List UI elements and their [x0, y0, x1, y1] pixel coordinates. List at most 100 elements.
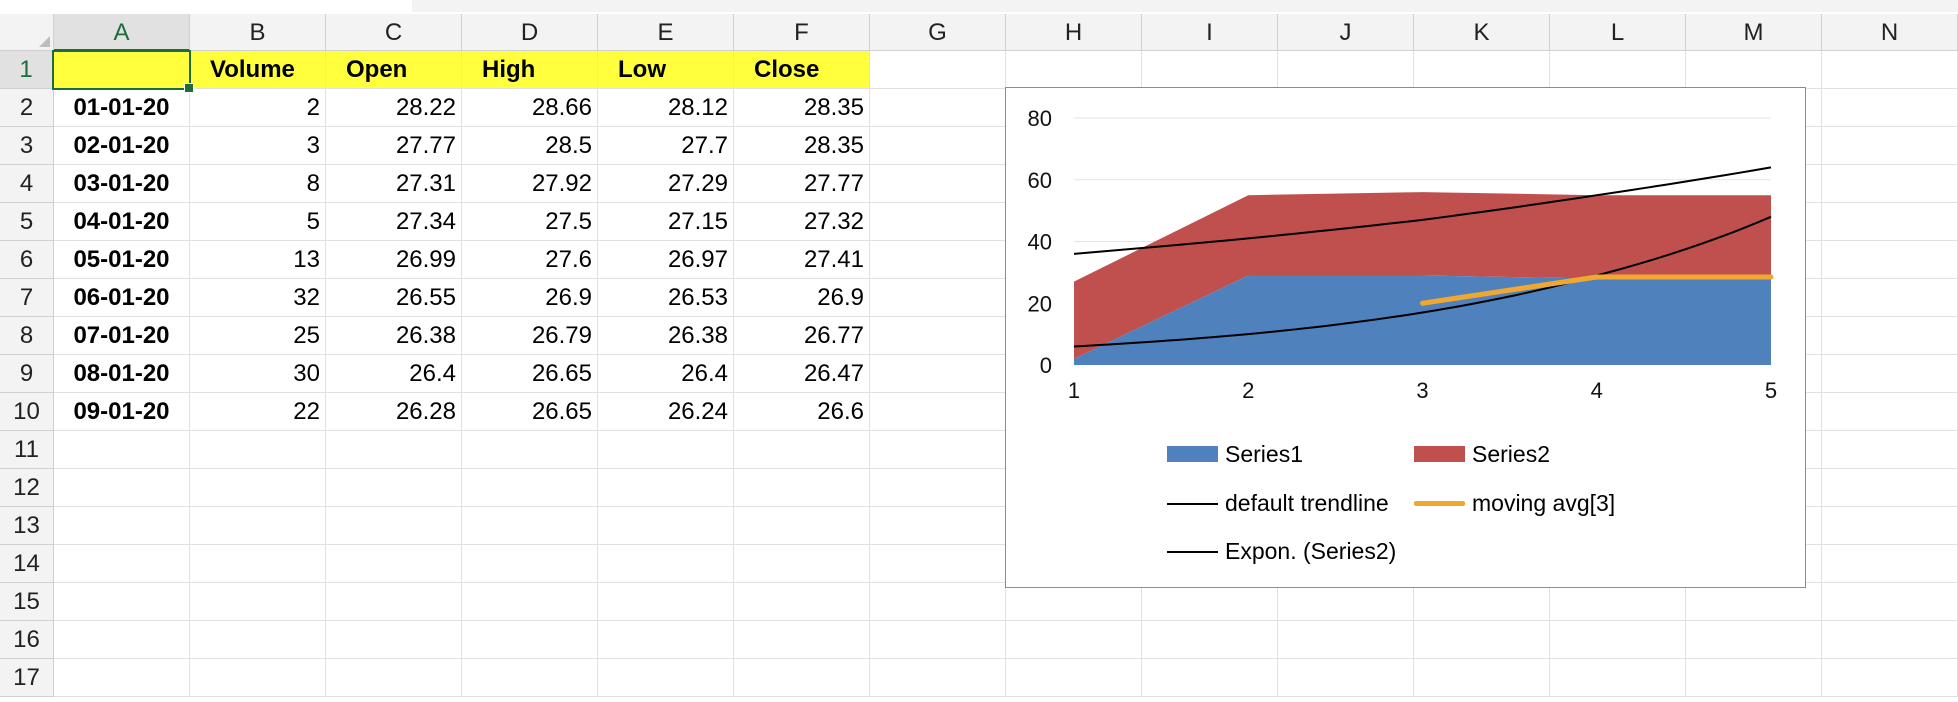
cell-n5[interactable]: [1822, 203, 1958, 241]
column-header-e[interactable]: E: [598, 14, 734, 51]
cell-g9[interactable]: [870, 355, 1006, 393]
cell-f3[interactable]: 28.35: [734, 127, 870, 165]
row-header-5[interactable]: 5: [0, 203, 54, 241]
cell-f15[interactable]: [734, 583, 870, 621]
cell-g14[interactable]: [870, 545, 1006, 583]
cell-e3[interactable]: 27.7: [598, 127, 734, 165]
cell-d12[interactable]: [462, 469, 598, 507]
cell-d3[interactable]: 28.5: [462, 127, 598, 165]
cell-k1[interactable]: [1414, 51, 1550, 89]
cell-g3[interactable]: [870, 127, 1006, 165]
cell-a7[interactable]: 06-01-20: [54, 279, 190, 317]
cell-j1[interactable]: [1278, 51, 1414, 89]
cell-a12[interactable]: [54, 469, 190, 507]
cell-f1[interactable]: Close: [734, 51, 870, 89]
cell-l17[interactable]: [1550, 659, 1686, 697]
row-header-8[interactable]: 8: [0, 317, 54, 355]
cell-d15[interactable]: [462, 583, 598, 621]
column-header-d[interactable]: D: [462, 14, 598, 51]
cell-d16[interactable]: [462, 621, 598, 659]
cell-f17[interactable]: [734, 659, 870, 697]
cell-n12[interactable]: [1822, 469, 1958, 507]
column-header-b[interactable]: B: [190, 14, 326, 51]
column-header-j[interactable]: J: [1278, 14, 1414, 51]
column-header-c[interactable]: C: [326, 14, 462, 51]
cell-e9[interactable]: 26.4: [598, 355, 734, 393]
column-header-g[interactable]: G: [870, 14, 1006, 51]
column-header-n[interactable]: N: [1822, 14, 1958, 51]
cell-a1[interactable]: [54, 51, 190, 89]
cell-a13[interactable]: [54, 507, 190, 545]
row-header-2[interactable]: 2: [0, 89, 54, 127]
cell-e6[interactable]: 26.97: [598, 241, 734, 279]
cell-b13[interactable]: [190, 507, 326, 545]
row-header-7[interactable]: 7: [0, 279, 54, 317]
cell-c9[interactable]: 26.4: [326, 355, 462, 393]
cell-a14[interactable]: [54, 545, 190, 583]
cell-c11[interactable]: [326, 431, 462, 469]
row-header-9[interactable]: 9: [0, 355, 54, 393]
cell-e4[interactable]: 27.29: [598, 165, 734, 203]
cell-f16[interactable]: [734, 621, 870, 659]
cell-c2[interactable]: 28.22: [326, 89, 462, 127]
select-all-corner[interactable]: [0, 14, 54, 51]
cell-c5[interactable]: 27.34: [326, 203, 462, 241]
cell-b6[interactable]: 13: [190, 241, 326, 279]
cell-b12[interactable]: [190, 469, 326, 507]
cell-c15[interactable]: [326, 583, 462, 621]
cell-d9[interactable]: 26.65: [462, 355, 598, 393]
cell-i16[interactable]: [1142, 621, 1278, 659]
cell-e1[interactable]: Low: [598, 51, 734, 89]
cell-m1[interactable]: [1686, 51, 1822, 89]
cell-f5[interactable]: 27.32: [734, 203, 870, 241]
cell-d13[interactable]: [462, 507, 598, 545]
cell-f4[interactable]: 27.77: [734, 165, 870, 203]
cell-d2[interactable]: 28.66: [462, 89, 598, 127]
cell-c14[interactable]: [326, 545, 462, 583]
cell-a5[interactable]: 04-01-20: [54, 203, 190, 241]
cell-e2[interactable]: 28.12: [598, 89, 734, 127]
cell-e12[interactable]: [598, 469, 734, 507]
cell-e8[interactable]: 26.38: [598, 317, 734, 355]
cell-a17[interactable]: [54, 659, 190, 697]
cell-n10[interactable]: [1822, 393, 1958, 431]
row-header-13[interactable]: 13: [0, 507, 54, 545]
cell-g7[interactable]: [870, 279, 1006, 317]
cell-g17[interactable]: [870, 659, 1006, 697]
cell-b7[interactable]: 32: [190, 279, 326, 317]
cell-e5[interactable]: 27.15: [598, 203, 734, 241]
cell-b4[interactable]: 8: [190, 165, 326, 203]
cell-n8[interactable]: [1822, 317, 1958, 355]
cell-c12[interactable]: [326, 469, 462, 507]
cell-g13[interactable]: [870, 507, 1006, 545]
cell-n17[interactable]: [1822, 659, 1958, 697]
cell-m16[interactable]: [1686, 621, 1822, 659]
row-header-10[interactable]: 10: [0, 393, 54, 431]
cell-n16[interactable]: [1822, 621, 1958, 659]
cell-g11[interactable]: [870, 431, 1006, 469]
cell-g2[interactable]: [870, 89, 1006, 127]
row-header-4[interactable]: 4: [0, 165, 54, 203]
cell-a10[interactable]: 09-01-20: [54, 393, 190, 431]
cell-d14[interactable]: [462, 545, 598, 583]
cell-k17[interactable]: [1414, 659, 1550, 697]
cell-c3[interactable]: 27.77: [326, 127, 462, 165]
row-header-15[interactable]: 15: [0, 583, 54, 621]
cell-e7[interactable]: 26.53: [598, 279, 734, 317]
cell-c13[interactable]: [326, 507, 462, 545]
cell-e11[interactable]: [598, 431, 734, 469]
cell-b14[interactable]: [190, 545, 326, 583]
column-header-a[interactable]: A: [54, 14, 190, 51]
cell-d11[interactable]: [462, 431, 598, 469]
column-header-m[interactable]: M: [1686, 14, 1822, 51]
cell-f12[interactable]: [734, 469, 870, 507]
cell-f13[interactable]: [734, 507, 870, 545]
cell-a4[interactable]: 03-01-20: [54, 165, 190, 203]
cell-b5[interactable]: 5: [190, 203, 326, 241]
cell-c10[interactable]: 26.28: [326, 393, 462, 431]
cell-n7[interactable]: [1822, 279, 1958, 317]
cell-b16[interactable]: [190, 621, 326, 659]
cell-d5[interactable]: 27.5: [462, 203, 598, 241]
cell-a8[interactable]: 07-01-20: [54, 317, 190, 355]
cell-h16[interactable]: [1006, 621, 1142, 659]
